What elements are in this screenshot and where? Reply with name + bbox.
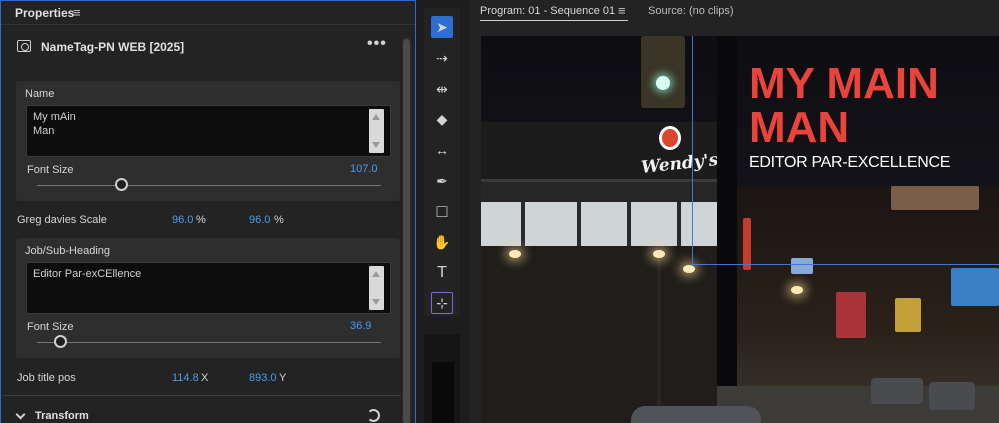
active-tab-underline [480,20,628,21]
title-main-line-1: MY MAIN [749,59,939,108]
neon-sign [891,186,979,210]
scene-car [929,382,975,410]
street-lamp [653,250,665,258]
razor-tool-icon[interactable]: ◆ [431,108,453,130]
wendys-logo-icon [659,126,681,150]
scene-car [871,378,923,404]
properties-scrollbar-thumb[interactable] [403,39,410,423]
window-mullion [627,202,631,246]
scene-car-foreground [631,406,761,423]
more-options-icon[interactable]: ••• [367,35,387,53]
name-text-value: My mAin Man [33,111,76,137]
traffic-light [656,76,670,90]
ripple-edit-tool-icon[interactable]: ⇹ [431,78,453,100]
job-font-size-label: Font Size [27,321,74,333]
scale-y-unit: % [274,214,284,226]
street-lamp [683,265,695,273]
name-text-field[interactable]: My mAin Man [26,105,391,157]
name-group: Name My mAin Man Font Size 107.0 [16,81,400,201]
scale-x-unit: % [196,214,206,226]
window-mullion [677,202,681,246]
section-divider [3,395,401,396]
audio-meter [432,362,454,423]
job-font-size-slider-knob[interactable] [54,335,67,348]
program-menu-icon[interactable]: ≡ [618,3,626,18]
clip-header: NameTag-PN WEB [2025] ••• [15,35,395,57]
scene-dark-gap [717,36,737,423]
transform-section-header[interactable]: Transform [15,409,395,423]
job-text-scrollbar[interactable] [369,266,384,310]
panel-menu-icon[interactable]: ≡ [73,5,81,20]
job-text-value: Editor Par-exCEllence [33,268,142,280]
scroll-up-icon[interactable] [372,114,380,120]
job-title-pos-y-unit: Y [279,372,287,384]
properties-panel-title[interactable]: Properties [15,6,74,20]
vertical-type-tool-icon[interactable]: ⊹ [431,292,453,314]
bounding-box-guide-vertical [692,36,693,266]
job-font-size-slider-track[interactable] [37,342,381,343]
scale-label: Greg davies Scale [17,214,107,226]
pen-tool-icon[interactable]: ✒ [431,170,453,192]
type-tool-icon[interactable]: T [431,262,453,284]
program-viewer[interactable]: Wendy's MY MAIN MAN EDITOR PAR-EXCELLENC… [481,36,999,423]
window-mullion [521,202,525,246]
scale-y-value[interactable]: 96.0 [249,214,270,226]
scale-x-value[interactable]: 96.0 [172,214,193,226]
street-lamp [509,250,521,258]
reset-icon[interactable] [367,409,380,422]
scene-lower-building [481,246,717,423]
scroll-up-icon[interactable] [372,271,380,277]
job-text-field[interactable]: Editor Par-exCEllence [26,262,391,314]
tab-program-monitor[interactable]: Program: 01 - Sequence 01 [480,5,615,17]
transform-label: Transform [35,410,89,422]
title-main-text[interactable]: MY MAIN MAN [749,62,939,150]
properties-panel: Properties ≡ NameTag-PN WEB [2025] ••• N… [0,0,416,423]
properties-tabbar: Properties ≡ [1,1,415,25]
street-lamp [791,286,803,294]
name-font-size-label: Font Size [27,164,74,176]
neon-sign [743,218,751,270]
name-group-label: Name [25,88,55,100]
title-subheading-text[interactable]: EDITOR PAR-EXCELLENCE [749,154,950,172]
name-font-size-slider-knob[interactable] [115,178,128,191]
bounding-box-guide-horizontal [692,264,999,265]
scene-windows [481,202,717,246]
name-font-size-slider-track[interactable] [37,185,381,186]
job-subheading-group: Job/Sub-Heading Editor Par-exCEllence Fo… [16,238,400,358]
name-font-size-value[interactable]: 107.0 [350,163,378,175]
selection-tool-icon[interactable]: ➤ [431,16,453,38]
tab-source-monitor[interactable]: Source: (no clips) [648,5,734,17]
job-font-size-value[interactable]: 36.9 [350,320,371,332]
window-mullion [577,202,581,246]
rectangle-tool-icon[interactable]: □ [431,200,453,222]
neon-sign [791,258,813,274]
hand-tool-icon[interactable]: ✋ [431,231,453,253]
neon-sign [951,268,999,306]
lamp-post [657,251,661,423]
name-text-scrollbar[interactable] [369,109,384,153]
clip-name: NameTag-PN WEB [2025] [41,40,185,54]
track-select-tool-icon[interactable]: ⇢ [431,47,453,69]
job-subheading-label: Job/Sub-Heading [25,245,111,257]
neon-sign [836,292,866,338]
job-title-pos-x-value[interactable]: 114.8 [172,372,199,384]
scroll-down-icon[interactable] [372,299,380,305]
neon-sign [895,298,921,332]
slip-tool-icon[interactable]: ↔ [431,139,453,161]
title-main-line-2: MAN [749,103,850,152]
job-title-pos-label: Job title pos [17,372,76,384]
job-title-pos-x-unit: X [201,372,209,384]
traffic-light-housing [641,36,685,108]
chevron-down-icon[interactable] [15,409,26,420]
graphic-clip-icon [17,40,31,52]
job-title-pos-y-value[interactable]: 893.0 [249,372,277,384]
scroll-down-icon[interactable] [372,142,380,148]
